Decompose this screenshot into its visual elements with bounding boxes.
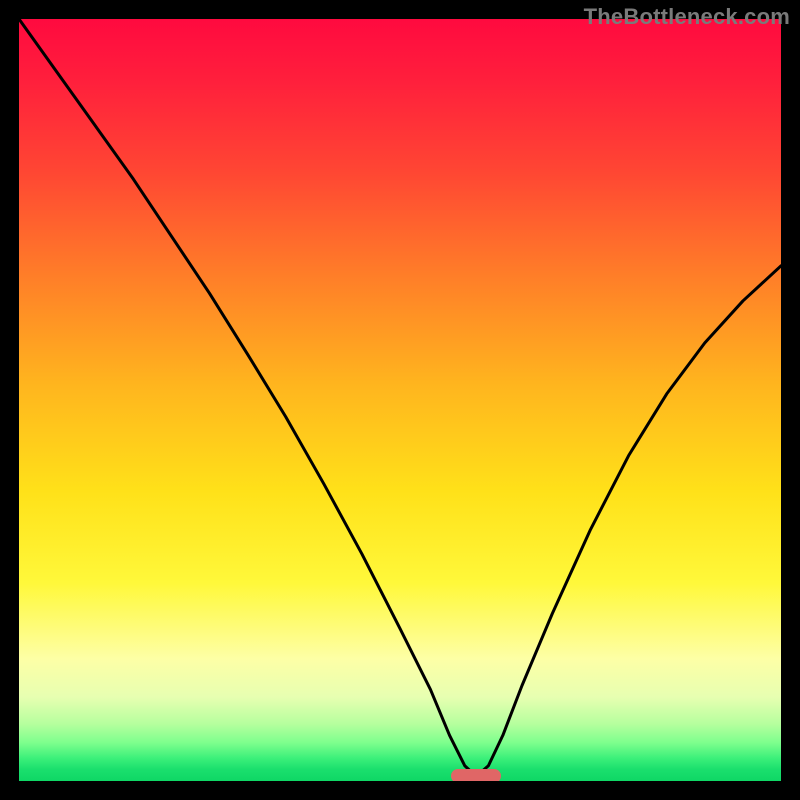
plot-area — [19, 19, 781, 781]
watermark-text: TheBottleneck.com — [584, 4, 790, 30]
curve-svg — [19, 19, 781, 781]
bottleneck-curve-path — [19, 19, 781, 776]
chart-frame: TheBottleneck.com — [0, 0, 800, 800]
minimum-marker — [451, 769, 501, 781]
